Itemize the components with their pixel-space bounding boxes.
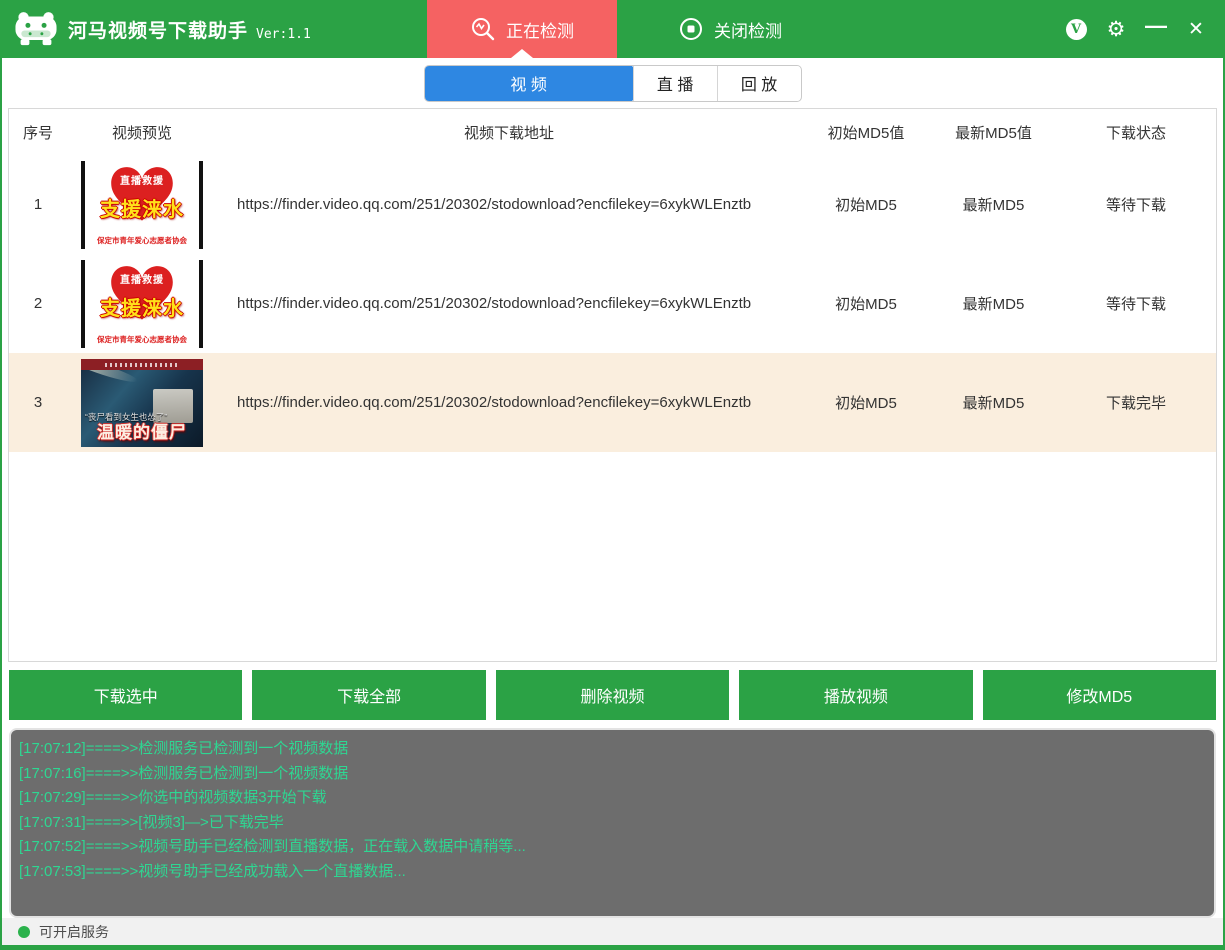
header-index: 序号 xyxy=(9,122,67,143)
video-preview-cell: 直播救援 支援涞水 保定市青年爱心志愿者协会 xyxy=(67,161,217,249)
md5-initial-value: 初始MD5 xyxy=(801,392,931,413)
md5-latest-value: 最新MD5 xyxy=(931,392,1056,413)
tab-live[interactable]: 直 播 xyxy=(633,66,717,101)
thumb-subtitle-text: 保定市青年爱心志愿者协会 xyxy=(85,334,199,345)
tab-replay[interactable]: 回 放 xyxy=(717,66,801,101)
table-header: 序号 视频预览 视频下载地址 初始MD5值 最新MD5值 下载状态 xyxy=(9,109,1216,155)
video-preview-cell: “丧尸看到女生也怂了” 温暖的僵尸 xyxy=(67,359,217,447)
header-url: 视频下载地址 xyxy=(217,122,801,143)
table-row[interactable]: 2 直播救援 支援涞水 保定市青年爱心志愿者协会 https://finder.… xyxy=(9,254,1216,353)
row-index: 1 xyxy=(9,196,67,213)
header-md5-latest: 最新MD5值 xyxy=(931,122,1056,143)
thumb-banner-text: 直播救援 xyxy=(85,172,199,187)
log-line: [17:07:31]====>>[视频3]—>已下载完毕 xyxy=(19,811,1206,836)
download-status: 等待下载 xyxy=(1056,194,1216,215)
minimize-button[interactable]: — xyxy=(1143,13,1169,39)
download-status: 等待下载 xyxy=(1056,293,1216,314)
video-thumbnail[interactable]: “丧尸看到女生也怂了” 温暖的僵尸 xyxy=(81,359,203,447)
md5-latest-value: 最新MD5 xyxy=(931,194,1056,215)
video-table: 序号 视频预览 视频下载地址 初始MD5值 最新MD5值 下载状态 1 直播救援… xyxy=(8,108,1217,662)
download-status: 下载完毕 xyxy=(1056,392,1216,413)
detecting-button[interactable]: 正在检测 xyxy=(427,0,617,58)
log-line: [17:07:52]====>>视频号助手已经检测到直播数据，正在载入数据中请稍… xyxy=(19,835,1206,860)
stop-circle-icon xyxy=(678,16,704,42)
tab-group: 视 频 直 播 回 放 xyxy=(424,65,802,102)
download-all-button[interactable]: 下载全部 xyxy=(252,670,485,720)
md5-latest-value: 最新MD5 xyxy=(931,293,1056,314)
settings-gear-icon[interactable]: ⚙ xyxy=(1103,16,1129,42)
stop-detection-label: 关闭检测 xyxy=(714,17,782,42)
header-preview: 视频预览 xyxy=(67,122,217,143)
video-thumbnail[interactable]: 直播救援 支援涞水 保定市青年爱心志愿者协会 xyxy=(81,161,203,249)
video-thumbnail[interactable]: 直播救援 支援涞水 保定市青年爱心志愿者协会 xyxy=(81,260,203,348)
close-button[interactable]: ✕ xyxy=(1183,16,1209,42)
download-selected-button[interactable]: 下载选中 xyxy=(9,670,242,720)
hippo-logo-icon xyxy=(14,10,58,48)
thumb-title-text: 支援涞水 xyxy=(85,193,199,222)
tab-video[interactable]: 视 频 xyxy=(424,65,634,102)
tab-row: 视 频 直 播 回 放 xyxy=(2,58,1223,108)
md5-initial-value: 初始MD5 xyxy=(801,293,931,314)
detecting-label: 正在检测 xyxy=(506,17,574,42)
log-line: [17:07:53]====>>视频号助手已经成功载入一个直播数据... xyxy=(19,860,1206,885)
app-version: Ver:1.1 xyxy=(256,27,311,42)
status-bar: 可开启服务 xyxy=(2,918,1223,945)
row-index: 2 xyxy=(9,295,67,312)
app-window: 河马视频号下载助手 Ver:1.1 正在检测 关闭检测 xyxy=(0,0,1225,950)
log-line: [17:07:12]====>>检测服务已检测到一个视频数据 xyxy=(19,737,1206,762)
window-controls: V ⚙ — ✕ xyxy=(1063,0,1209,58)
video-url[interactable]: https://finder.video.qq.com/251/20302/st… xyxy=(217,394,801,411)
video-url[interactable]: https://finder.video.qq.com/251/20302/st… xyxy=(217,196,801,213)
row-index: 3 xyxy=(9,394,67,411)
video-url[interactable]: https://finder.video.qq.com/251/20302/st… xyxy=(217,295,801,312)
active-notch xyxy=(511,49,533,58)
magnifier-pulse-icon xyxy=(470,16,496,42)
thumb-subtitle-text: 保定市青年爱心志愿者协会 xyxy=(85,235,199,246)
play-video-button[interactable]: 播放视频 xyxy=(739,670,972,720)
service-status-dot-icon xyxy=(18,926,30,938)
header-status: 下载状态 xyxy=(1056,122,1216,143)
action-button-bar: 下载选中 下载全部 删除视频 播放视频 修改MD5 xyxy=(2,662,1223,728)
log-line: [17:07:29]====>>你选中的视频数据3开始下载 xyxy=(19,786,1206,811)
service-status-text: 可开启服务 xyxy=(39,922,109,942)
md5-initial-value: 初始MD5 xyxy=(801,194,931,215)
thumb-banner-text: 直播救援 xyxy=(85,271,199,286)
log-panel[interactable]: [17:07:12]====>>检测服务已检测到一个视频数据 [17:07:16… xyxy=(9,728,1216,918)
log-line: [17:07:16]====>>检测服务已检测到一个视频数据 xyxy=(19,762,1206,787)
header-md5-initial: 初始MD5值 xyxy=(801,122,931,143)
video-preview-cell: 直播救援 支援涞水 保定市青年爱心志愿者协会 xyxy=(67,260,217,348)
app-title: 河马视频号下载助手 xyxy=(68,16,248,43)
thumb-title-text: 支援涞水 xyxy=(85,292,199,321)
title-bar: 河马视频号下载助手 Ver:1.1 正在检测 关闭检测 xyxy=(2,0,1223,58)
table-row[interactable]: 3 “丧尸看到女生也怂了” 温暖的僵尸 https://finder.video… xyxy=(9,353,1216,452)
update-icon[interactable]: V xyxy=(1063,16,1089,42)
delete-video-button[interactable]: 删除视频 xyxy=(496,670,729,720)
app-identity: 河马视频号下载助手 Ver:1.1 xyxy=(2,0,311,58)
thumb-top-banner xyxy=(81,359,203,370)
stop-detection-button[interactable]: 关闭检测 xyxy=(650,0,810,58)
modify-md5-button[interactable]: 修改MD5 xyxy=(983,670,1216,720)
bottom-border-strip xyxy=(2,945,1223,950)
table-row[interactable]: 1 直播救援 支援涞水 保定市青年爱心志愿者协会 https://finder.… xyxy=(9,155,1216,254)
thumb-title-text: 温暖的僵尸 xyxy=(81,418,203,443)
